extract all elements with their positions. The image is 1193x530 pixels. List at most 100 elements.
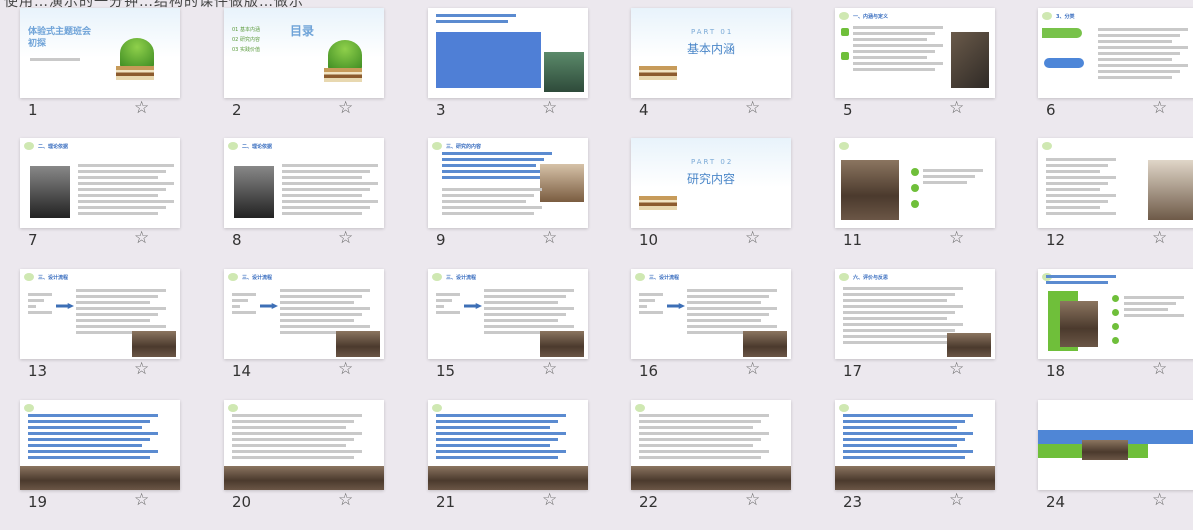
slide-thumbnail[interactable]: 三、设计流程 [631,269,791,359]
star-icon[interactable]: ☆ [542,99,557,117]
star-icon[interactable]: ☆ [134,491,149,509]
text-line [1046,170,1100,173]
slide-thumbnail[interactable] [1038,400,1193,490]
star-icon[interactable]: ☆ [542,360,557,378]
slide-cell[interactable]: 体验式主题班会初探 1 ☆ [20,8,208,138]
star-icon[interactable]: ☆ [134,360,149,378]
slide-cell[interactable]: 3 ☆ [428,8,616,138]
star-icon[interactable]: ☆ [338,360,353,378]
star-icon[interactable]: ☆ [949,229,964,247]
text-line [76,319,150,322]
slide-thumbnail[interactable]: 3、分类 [1038,8,1193,98]
slide-cell[interactable]: 24 ☆ [1038,400,1193,530]
slide-thumbnail[interactable]: PART 01 基本内涵 [631,8,791,98]
slide-thumbnail[interactable]: 六、评价与反思 [835,269,995,359]
slide-thumbnail[interactable] [835,400,995,490]
star-icon[interactable]: ☆ [745,360,760,378]
slide-cell[interactable]: 20 ☆ [224,400,412,530]
slide-title: 3、分类 [1056,14,1075,20]
slide-cell[interactable]: 11 ☆ [835,138,1023,268]
slide-number: 10 [639,231,659,249]
slide-number: 8 [232,231,242,249]
slide-number: 2 [232,101,242,119]
slide-cell[interactable]: 3、分类 6 ☆ [1038,8,1193,138]
header-ornament [1042,142,1052,150]
slide-cell[interactable]: PART 01 基本内涵 4 ☆ [631,8,819,138]
slide-thumbnail[interactable]: 三、设计流程 [224,269,384,359]
slide-thumbnail[interactable]: 三、设计流程 [20,269,180,359]
slide-cell[interactable]: 18 ☆ [1038,269,1193,399]
star-icon[interactable]: ☆ [542,491,557,509]
text-line [232,420,354,423]
slide-title: 三、设计流程 [242,275,273,281]
slide-thumbnail[interactable]: 目录 01 基本内涵 02 研究内容 03 实践价值 [224,8,384,98]
star-icon[interactable]: ☆ [338,99,353,117]
slide-thumbnail[interactable]: 体验式主题班会初探 [20,8,180,98]
slide-cell[interactable]: 19 ☆ [20,400,208,530]
slide-cell[interactable]: 三、研究的内容 9 ☆ [428,138,616,268]
slide-cell[interactable]: 23 ☆ [835,400,1023,530]
slide-thumbnail[interactable] [1038,269,1193,359]
header-ornament [228,142,238,150]
slide-number: 23 [843,493,863,511]
text-line [639,444,753,447]
slide-thumbnail[interactable]: 一、内涵与定义 [835,8,995,98]
star-icon[interactable]: ☆ [134,229,149,247]
slide-thumbnail[interactable] [1038,138,1193,228]
slide-cell[interactable]: 二、理论依据 8 ☆ [224,138,412,268]
star-icon[interactable]: ☆ [1152,99,1167,117]
slide-cell[interactable]: 三、设计流程 15 ☆ [428,269,616,399]
text-line [28,414,158,417]
slide-thumbnail[interactable]: 三、设计流程 [428,269,588,359]
text-line [28,426,142,429]
star-icon[interactable]: ☆ [1152,491,1167,509]
slide-cell[interactable]: 三、设计流程 13 ☆ [20,269,208,399]
star-icon[interactable]: ☆ [949,491,964,509]
star-icon[interactable]: ☆ [1152,229,1167,247]
slide-cell[interactable]: 22 ☆ [631,400,819,530]
text-line [639,293,663,296]
slide-thumbnail[interactable]: 二、理论依据 [20,138,180,228]
slide-thumbnail[interactable] [631,400,791,490]
slide-thumbnail[interactable] [428,400,588,490]
star-icon[interactable]: ☆ [745,491,760,509]
teacher-photo [544,52,584,92]
text-line [78,188,166,191]
classroom-photo [540,164,584,202]
slide-cell[interactable]: 三、设计流程 16 ☆ [631,269,819,399]
star-icon[interactable]: ☆ [134,99,149,117]
slide-thumbnail[interactable] [224,400,384,490]
star-icon[interactable]: ☆ [745,99,760,117]
slide-thumbnail[interactable] [428,8,588,98]
text-line [78,164,174,167]
text-line [639,311,663,314]
flow-arrow [464,303,482,309]
star-icon[interactable]: ☆ [1152,360,1167,378]
slide-cell[interactable]: PART 02 研究内容 10 ☆ [631,138,819,268]
star-icon[interactable]: ☆ [949,99,964,117]
slide-cell[interactable]: 一、内涵与定义 5 ☆ [835,8,1023,138]
text-line [923,181,967,184]
slide-thumbnail[interactable]: 二、理论依据 [224,138,384,228]
slide-cell[interactable]: 12 ☆ [1038,138,1193,268]
slide-thumbnail[interactable]: PART 02 研究内容 [631,138,791,228]
slide-cell[interactable]: 21 ☆ [428,400,616,530]
slide-cell[interactable]: 二、理论依据 7 ☆ [20,138,208,268]
star-icon[interactable]: ☆ [949,360,964,378]
text-line [232,305,240,308]
slide-thumbnail[interactable]: 三、研究的内容 [428,138,588,228]
text-line [282,170,370,173]
star-icon[interactable]: ☆ [542,229,557,247]
text-line [78,170,166,173]
text-line [442,158,544,161]
slide-cell[interactable]: 六、评价与反思 17 ☆ [835,269,1023,399]
slide-thumbnail[interactable] [835,138,995,228]
slide-thumbnail[interactable] [20,400,180,490]
star-icon[interactable]: ☆ [745,229,760,247]
star-icon[interactable]: ☆ [338,491,353,509]
slide-cell[interactable]: 目录 01 基本内涵 02 研究内容 03 实践价值 2 ☆ [224,8,412,138]
text-line [436,293,460,296]
header-ornament [228,273,238,281]
slide-cell[interactable]: 三、设计流程 14 ☆ [224,269,412,399]
star-icon[interactable]: ☆ [338,229,353,247]
